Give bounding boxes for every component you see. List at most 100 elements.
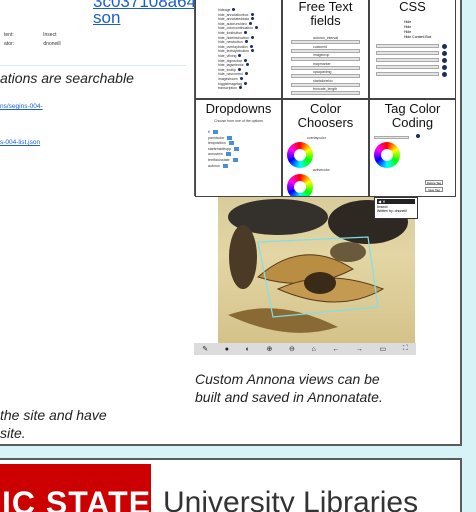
toggle-dot[interactable] <box>249 44 253 48</box>
color-wheel-icon[interactable] <box>287 142 313 168</box>
dropdown-item-label: textfocusstate <box>208 157 230 162</box>
list-item-label: hide_textstylebutton <box>218 49 250 54</box>
annona-caption: Custom Annona views can be built and sav… <box>195 371 383 405</box>
css-dot[interactable] <box>442 44 447 49</box>
css-dot[interactable] <box>442 65 447 70</box>
list-item-label: hide_fontbutton <box>218 30 243 35</box>
toggle-dot[interactable] <box>245 63 249 67</box>
new-tag-button[interactable]: New Tag <box>425 187 443 192</box>
list-item-label: imageshown <box>218 76 238 81</box>
arrow-left-icon[interactable]: ← <box>332 346 339 353</box>
css-option-label: Hide <box>404 20 412 24</box>
feature-grid: hideage hide_annotationbox hide_annotatedd… <box>194 0 456 197</box>
toggle-dot[interactable] <box>239 86 243 90</box>
list-item-label: hide_newbutton <box>218 40 243 45</box>
dropdown-item-label: startenableopp <box>208 146 232 151</box>
dropdown-item-label: annoview <box>208 152 223 157</box>
css-input[interactable] <box>376 58 439 62</box>
toggle-dot[interactable] <box>238 53 242 57</box>
library-name: University Libraries <box>163 486 419 512</box>
toggle-dot[interactable] <box>239 76 243 80</box>
dropdown-item-label: tl <box>208 130 210 134</box>
css-input[interactable] <box>376 65 439 69</box>
css-dot[interactable] <box>442 51 447 56</box>
css-title: CSS <box>399 0 426 14</box>
toggle-dot[interactable] <box>250 12 254 16</box>
delete-tag-button[interactable]: Delete Tag <box>425 180 443 185</box>
dropdown-select[interactable] <box>212 130 218 135</box>
zoom-out-icon[interactable]: ⊖ <box>289 345 295 353</box>
list-item-label: hide_autorunvideo <box>218 21 247 26</box>
css-dot[interactable] <box>442 58 447 63</box>
dropdown-select[interactable] <box>234 146 240 151</box>
css-option[interactable]: Hide Content Box <box>404 35 431 40</box>
dropdowns-subtitle: Choose from one of the options <box>214 119 263 123</box>
bottom-caption: the site and have site. <box>0 407 107 441</box>
list-item-label: hide_bignavbar <box>218 58 242 63</box>
text-field[interactable] <box>291 91 360 95</box>
text-field[interactable] <box>291 74 360 78</box>
toggle-dot[interactable] <box>255 26 259 30</box>
toggle-dot[interactable] <box>248 21 252 25</box>
arrow-right-icon[interactable]: → <box>356 346 363 353</box>
toggle-dot[interactable] <box>243 58 247 62</box>
footer-banner: IC STATE University Libraries <box>0 458 462 512</box>
list-json-link[interactable]: s-004-list.json <box>0 139 40 146</box>
toggle-dot[interactable] <box>251 49 255 53</box>
dropdowns-title: Dropdowns <box>205 101 272 116</box>
meta-row-creator: ator: dnoneill <box>4 41 61 47</box>
toggle-dot[interactable] <box>237 67 241 71</box>
dropdown-item-label: textposition <box>208 141 226 146</box>
dropdown-select[interactable] <box>228 141 234 146</box>
text-field[interactable] <box>291 48 360 53</box>
tag-color-cell: Tag Color Coding Delete Tag New Tag <box>369 99 456 197</box>
toggle-dot[interactable] <box>244 40 248 44</box>
fullscreen-icon[interactable]: ⛶ <box>403 345 408 353</box>
dropdown-item[interactable]: autorun <box>208 164 266 170</box>
text-field[interactable] <box>291 40 360 44</box>
list-item-label: hide_tagselector <box>218 63 244 68</box>
toggle-dot[interactable] <box>250 17 254 21</box>
toggle-dot[interactable] <box>243 81 247 85</box>
toggle-dot[interactable] <box>232 8 236 11</box>
dropdown-select[interactable] <box>232 158 238 163</box>
dropdown-select[interactable] <box>222 163 228 168</box>
css-input[interactable] <box>376 72 439 76</box>
dropdown-item-label: autorun <box>208 163 220 168</box>
pen-icon[interactable]: ✎ <box>202 345 208 353</box>
dropdown-list: tl panntcolor textposition startenableopp an… <box>208 130 266 169</box>
list-item: transcription <box>218 86 278 91</box>
info-icon[interactable]: ● <box>225 346 229 353</box>
list-item-label: toggleimagetag <box>218 81 242 86</box>
text-field[interactable] <box>291 57 360 61</box>
toggle-icon[interactable]: ◐ <box>246 346 250 353</box>
dropdown-select[interactable] <box>225 152 231 157</box>
zoom-in-icon[interactable]: ⊕ <box>266 345 272 353</box>
list-item-label: hideage <box>218 8 231 12</box>
tag-input[interactable] <box>374 136 409 139</box>
css-option-label: Hide <box>404 30 412 34</box>
text-field[interactable] <box>291 82 360 87</box>
color-choosers-cell: Color Choosers overlaycolor activecolor <box>282 99 369 197</box>
css-options: Hide Hide Hide Hide Content Box <box>404 20 431 40</box>
dropdown-select[interactable] <box>227 135 233 140</box>
caption-icon[interactable]: ▭ <box>380 345 387 353</box>
color-wheel-icon[interactable] <box>287 174 313 196</box>
free-text-title: Free Text fields <box>298 0 353 28</box>
css-dot[interactable] <box>442 72 447 77</box>
home-icon[interactable]: ⌂ <box>311 346 315 353</box>
annotation-tooltip: ◀ ✕ Insect Written by: dnoneill <box>374 197 418 219</box>
list-item-label: hide_tooltip <box>218 67 236 72</box>
toggle-dot[interactable] <box>244 30 248 34</box>
viewer-toolbar: ✎ ● ◐ ⊕ ⊖ ⌂ ← → ▭ ⛶ <box>194 343 416 355</box>
color-wheel-icon[interactable] <box>374 142 400 168</box>
css-cell: CSS Hide Hide Hide Hide Content Box <box>369 0 456 99</box>
css-input[interactable] <box>376 44 439 48</box>
css-input[interactable] <box>376 51 439 55</box>
manifest-link[interactable]: ns/segins-004- <box>0 103 43 110</box>
text-field[interactable] <box>291 65 360 70</box>
overlaycolor-label: overlaycolor <box>307 136 326 140</box>
list-item-label: hide_navcontrol <box>218 72 243 77</box>
toggle-dot[interactable] <box>244 72 248 76</box>
toggle-dot[interactable] <box>251 35 255 39</box>
